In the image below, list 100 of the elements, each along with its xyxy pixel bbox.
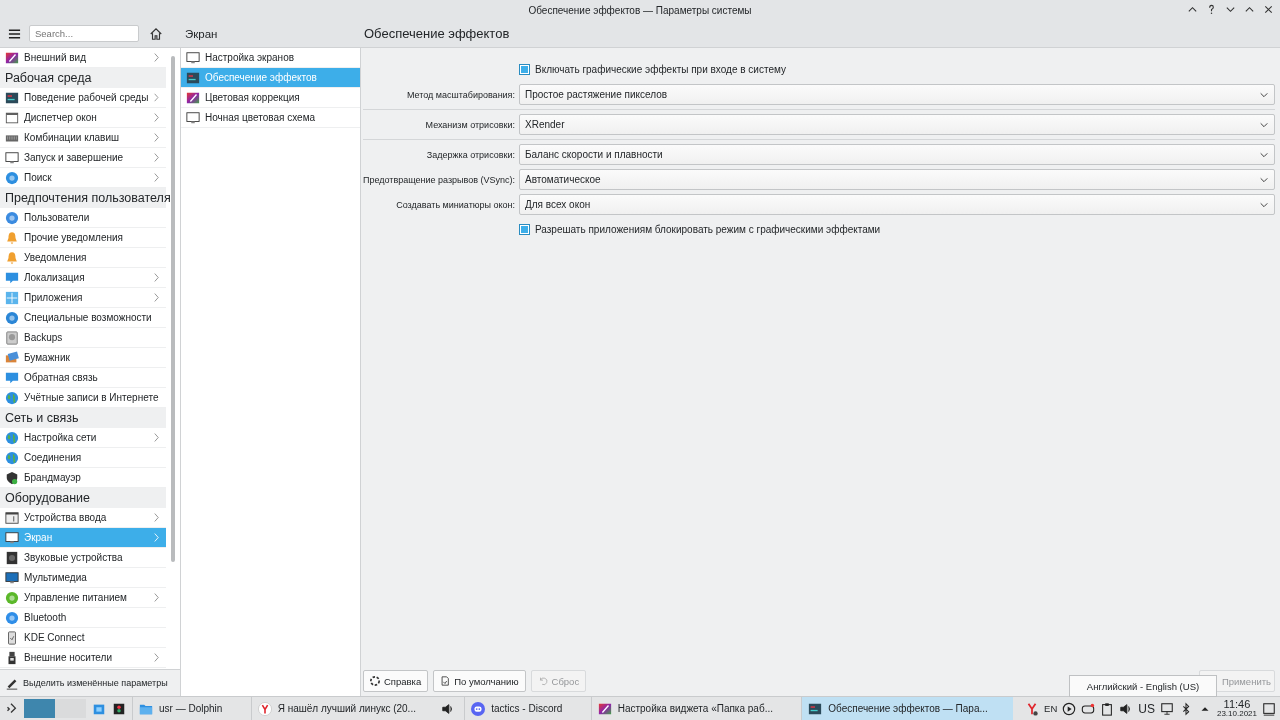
category-icon [5,110,19,125]
category-icon [5,390,19,405]
show-desktop-icon[interactable] [1262,701,1276,716]
app-icon [597,701,612,716]
help-button[interactable]: Справка [363,670,429,692]
category-icon [5,610,19,625]
subpage-item[interactable]: Ночная цветовая схема [181,108,360,128]
task-button[interactable]: Обеспечение эффектов — Пара... [801,696,1014,720]
category-icon [5,630,19,645]
dropdown[interactable]: Баланс скорости и плавности [519,144,1275,165]
sidebar-item[interactable]: Bluetooth [0,608,166,628]
category-icon [5,330,19,345]
sidebar-item[interactable]: Пользователи [0,208,166,228]
task-button[interactable]: Настройка виджета «Папка раб... [590,696,799,720]
sidebar-item[interactable]: Обратная связь [0,368,166,388]
category-icon [5,350,19,365]
category-icon [5,270,19,285]
clipboard-icon[interactable] [1100,701,1115,716]
category-icon [5,550,19,565]
sidebar-item[interactable]: Мультимедиа [0,568,166,588]
checkbox[interactable]: Разрешать приложениям блокировать режим с графическими эффектами [519,224,881,235]
close-icon[interactable] [1263,4,1274,15]
category-icon [5,170,19,185]
sidebar-item[interactable]: Backups [0,328,166,348]
sidebar-item[interactable]: Локализация [0,268,166,288]
checkbox-box[interactable] [519,224,530,235]
field-label: Предотвращение разрывов (VSync): [363,174,515,185]
task-button[interactable]: tactics - Discord [464,696,588,720]
dropdown[interactable]: Для всех окон [519,194,1275,215]
field-label: Механизм отрисовки: [424,119,515,130]
sidebar-item[interactable]: Специальные возможности [0,308,166,328]
window-title: Обеспечение эффектов — Параметры системы [528,4,752,16]
sidebar-item[interactable]: Поведение рабочей среды [0,88,166,108]
sidebar-item[interactable]: Внешние носители [0,648,166,668]
highlight-changed-button[interactable]: Выделить изменённые параметры [0,669,180,696]
play-icon[interactable] [1062,701,1077,716]
checkbox-box[interactable] [519,64,530,75]
home-icon[interactable] [149,26,163,41]
keep-above-icon[interactable] [1187,4,1198,15]
clock-date[interactable]: 23.10.2021 [1216,710,1257,718]
layout-indicator[interactable]: US [1138,701,1155,716]
sidebar-item[interactable]: Настройка сети [0,428,166,448]
sidebar-item[interactable]: Бумажник [0,348,166,368]
clock-time[interactable]: 11:46 [1223,699,1251,710]
task-button[interactable]: usr — Dolphin [132,696,248,720]
category-icon [5,90,19,105]
dropdown[interactable]: Автоматическое [519,169,1275,190]
sidebar-item[interactable]: Соединения [0,448,166,468]
sidebar-item[interactable]: Звуковые устройства [0,548,166,568]
menu-icon[interactable] [8,27,21,40]
category-icon [5,430,19,445]
launcher-icon[interactable] [4,701,18,716]
category-icon [5,150,19,165]
subpage-icon [186,90,200,105]
app-icon [257,701,272,716]
help-icon[interactable] [1206,4,1217,15]
subpage-icon [186,70,200,85]
tooltip: Английский - English (US) [1069,675,1217,697]
task-button[interactable]: Я нашёл лучший линукс (20... [250,696,462,720]
browser-icon[interactable] [1025,701,1040,716]
search-field[interactable]: Search... [29,25,139,42]
dropdown[interactable]: XRender [519,114,1275,135]
checkbox[interactable]: Включать графические эффекты при входе в систему [519,64,786,75]
minimize-icon[interactable] [1225,4,1236,15]
sidebar-item[interactable]: Комбинации клавиш [0,128,166,148]
undo-icon [537,676,548,686]
maximize-icon[interactable] [1244,4,1255,15]
sidebar-item[interactable]: Приложения [0,288,166,308]
category-icon [5,470,19,485]
sidebar-item[interactable]: Уведомления [0,248,166,268]
app-icon[interactable] [112,701,126,716]
breadcrumb: Экран [184,27,219,40]
sidebar-item[interactable]: Диспетчер окон [0,108,166,128]
defaults-button[interactable]: По умолчанию [433,670,526,692]
category-icon [5,530,19,545]
keyboard-indicator[interactable]: EN [1044,703,1058,714]
help-icon [370,676,380,686]
scrollbar-thumb[interactable] [171,56,175,562]
category-icon [5,370,19,385]
network-icon[interactable] [1159,701,1174,716]
category-header: Рабочая среда [0,68,166,88]
subpage-item[interactable]: Цветовая коррекция [181,88,360,108]
app-icon [808,701,823,716]
sidebar-item[interactable]: Управление питанием [0,588,166,608]
dropdown[interactable]: Простое растяжение пикселов [519,84,1275,105]
category-icon [5,570,19,585]
page-title: Обеспечение эффектов [363,26,510,41]
sidebar-item[interactable]: Прочие уведомления [0,228,166,248]
subpage-icon [186,110,200,125]
sidebar-item[interactable]: KDE Connect [0,628,166,648]
category-icon [5,230,19,245]
sidebar-item[interactable]: Запуск и завершение [0,148,166,168]
field-label: Создавать миниатюры окон: [395,199,515,210]
category-header: Оборудование [0,488,166,508]
category-icon [5,310,19,325]
category-icon [5,450,19,465]
category-icon [5,250,19,265]
category-icon [5,510,19,525]
field-label: Задержка отрисовки: [425,149,515,160]
category-icon [5,590,19,605]
